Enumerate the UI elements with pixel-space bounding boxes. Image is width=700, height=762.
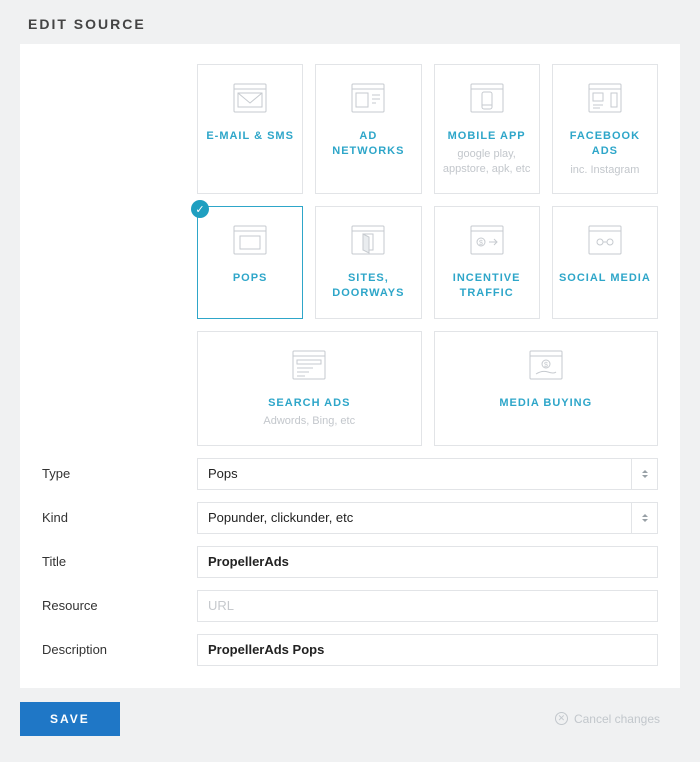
tile-social-media[interactable]: SOCIAL MEDIA	[552, 206, 658, 319]
tile-mobile-app[interactable]: MOBILE APP google play, appstore, apk, e…	[434, 64, 540, 194]
tile-search-ads[interactable]: SEARCH ADS Adwords, Bing, etc	[197, 331, 422, 446]
tile-email-sms[interactable]: E-MAIL & SMS	[197, 64, 303, 194]
tile-label: E-MAIL & SMS	[204, 129, 296, 144]
svg-text:$: $	[479, 240, 483, 247]
chevron-updown-icon	[631, 459, 657, 489]
label-description: Description	[42, 634, 197, 657]
form-card: E-MAIL & SMS AD NETWORKS MOBILE APP	[20, 44, 680, 688]
incentive-icon: $	[441, 225, 533, 257]
select-kind-value: Popunder, clickunder, etc	[208, 510, 353, 525]
tile-label: FACEBOOK ADS	[559, 129, 651, 160]
tile-sub: Adwords, Bing, etc	[204, 414, 415, 428]
tile-label: SITES, DOORWAYS	[322, 271, 414, 302]
tile-sub: inc. Instagram	[559, 163, 651, 177]
input-description[interactable]: PropellerAds Pops	[197, 634, 658, 666]
tile-label: AD NETWORKS	[322, 129, 414, 160]
envelope-icon	[204, 83, 296, 115]
select-type-value: Pops	[208, 466, 238, 481]
tile-label: MOBILE APP	[441, 129, 533, 144]
tile-sites-doorways[interactable]: SITES, DOORWAYS	[315, 206, 421, 319]
input-title[interactable]: PropellerAds	[197, 546, 658, 578]
select-type[interactable]: Pops	[197, 458, 658, 490]
save-button[interactable]: SAVE	[20, 702, 120, 736]
tile-facebook-ads[interactable]: FACEBOOK ADS inc. Instagram	[552, 64, 658, 194]
tile-media-buying[interactable]: $ MEDIA BUYING	[434, 331, 659, 446]
svg-text:$: $	[544, 362, 548, 369]
tile-label: POPS	[204, 271, 296, 286]
social-icon	[559, 225, 651, 257]
tile-sub: google play, appstore, apk, etc	[441, 147, 533, 176]
footer: SAVE ✕ Cancel changes	[20, 688, 680, 742]
input-resource-placeholder: URL	[208, 598, 234, 613]
input-description-value: PropellerAds Pops	[208, 642, 324, 657]
chevron-updown-icon	[631, 503, 657, 533]
tile-label: INCENTIVE TRAFFIC	[441, 271, 533, 302]
close-icon: ✕	[555, 712, 568, 725]
label-resource: Resource	[42, 590, 197, 613]
tile-incentive-traffic[interactable]: $ INCENTIVE TRAFFIC	[434, 206, 540, 319]
tile-label: MEDIA BUYING	[441, 396, 652, 411]
hand-coin-icon: $	[441, 350, 652, 382]
layout-icon	[322, 83, 414, 115]
tile-ad-networks[interactable]: AD NETWORKS	[315, 64, 421, 194]
label-type: Type	[42, 458, 197, 481]
label-kind: Kind	[42, 502, 197, 525]
tile-pops[interactable]: ✓ POPS	[197, 206, 303, 319]
select-kind[interactable]: Popunder, clickunder, etc	[197, 502, 658, 534]
mobile-icon	[441, 83, 533, 115]
tile-label: SEARCH ADS	[204, 396, 415, 411]
source-type-grid: E-MAIL & SMS AD NETWORKS MOBILE APP	[197, 64, 658, 446]
grid-spacer	[42, 64, 197, 72]
page-title: EDIT SOURCE	[28, 16, 680, 32]
cancel-label: Cancel changes	[574, 712, 660, 726]
tile-label: SOCIAL MEDIA	[559, 271, 651, 286]
door-icon	[322, 225, 414, 257]
cancel-button[interactable]: ✕ Cancel changes	[555, 712, 660, 726]
input-title-value: PropellerAds	[208, 554, 289, 569]
check-icon: ✓	[191, 200, 209, 218]
popup-icon	[204, 225, 296, 257]
search-list-icon	[204, 350, 415, 382]
label-title: Title	[42, 546, 197, 569]
input-resource[interactable]: URL	[197, 590, 658, 622]
ad-block-icon	[559, 83, 651, 115]
